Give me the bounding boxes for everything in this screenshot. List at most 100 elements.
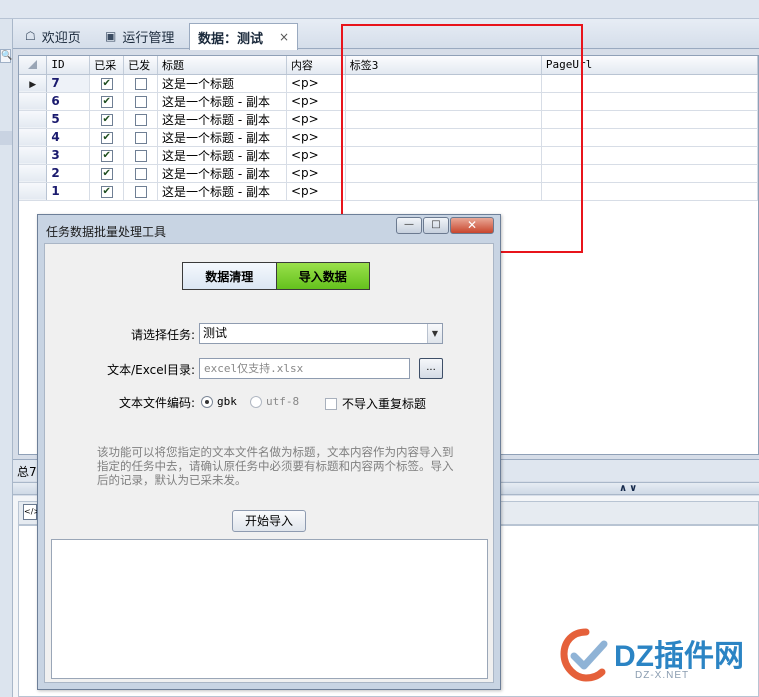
encoding-label: 文本文件编码: [118,396,195,410]
cell-collected[interactable]: ✔ [89,146,125,165]
radio-utf8-dot[interactable] [250,395,262,408]
row-header[interactable]: ▶ [19,74,48,93]
column-header-published[interactable]: 已发 [123,56,159,75]
cell-content[interactable]: <p> [286,74,346,93]
cell-collected[interactable]: ✔ [89,92,125,111]
close-icon[interactable]: ✕ [450,217,494,234]
monitor-icon: ▣ [105,29,117,43]
left-panel-selected-row[interactable] [0,131,12,145]
published-checkbox[interactable] [134,185,147,198]
cell-id[interactable]: 5 [46,110,91,129]
dedupe-checkbox-box[interactable] [325,397,337,410]
cell-content[interactable]: <p> [286,164,346,183]
cell-content[interactable]: <p> [286,128,346,147]
watermark-brand: DZ插件网 [614,640,744,673]
current-row-indicator-icon: ▶ [29,80,37,90]
select-all-corner[interactable] [19,56,48,75]
task-select[interactable]: 测试 ▼ [199,323,443,344]
tab-welcome[interactable]: ☖ 欢迎页 [17,23,89,49]
window-controls: — □ ✕ [395,217,494,235]
collected-checkbox[interactable]: ✔ [100,95,113,108]
cell-id[interactable]: 1 [46,182,91,201]
chevron-down-icon[interactable]: ▼ [427,324,442,343]
published-checkbox[interactable] [134,113,147,126]
cell-id[interactable]: 6 [46,92,91,111]
cell-content[interactable]: <p> [286,146,346,165]
cell-collected[interactable]: ✔ [89,110,125,129]
cell-collected[interactable]: ✔ [89,182,125,201]
log-textarea[interactable] [51,539,488,679]
cell-content[interactable]: <p> [286,92,346,111]
collected-checkbox[interactable]: ✔ [100,77,113,90]
dir-input[interactable]: excel仅支持.xlsx [199,358,410,379]
column-header-content[interactable]: 内容 [286,56,346,75]
cell-title[interactable]: 这是一个标题 - 副本 [157,110,287,129]
segment-clean[interactable]: 数据清理 [183,263,277,289]
row-header[interactable] [19,146,48,165]
close-icon[interactable]: × [279,30,289,44]
radio-gbk-dot[interactable] [201,395,213,408]
cell-published[interactable] [123,74,159,93]
radio-utf8-label: utf-8 [266,395,300,408]
cell-title[interactable]: 这是一个标题 - 副本 [157,146,287,165]
watermark-domain: DZ-X.NET [635,670,690,681]
row-header[interactable] [19,92,48,111]
row-header[interactable] [19,182,48,201]
collected-checkbox[interactable]: ✔ [100,167,113,180]
minimize-icon[interactable]: — [396,217,422,234]
row-header[interactable] [19,164,48,183]
maximize-icon[interactable]: □ [423,217,449,234]
row-header[interactable] [19,128,48,147]
column-header-title[interactable]: 标题 [157,56,287,75]
brand-logo-icon [560,628,608,682]
cell-title[interactable]: 这是一个标题 - 副本 [157,164,287,183]
tab-run-management[interactable]: ▣ 运行管理 [97,23,182,49]
cell-published[interactable] [123,110,159,129]
segment-import[interactable]: 导入数据 [276,263,369,289]
cell-collected[interactable]: ✔ [89,128,125,147]
cell-published[interactable] [123,146,159,165]
top-strip [0,0,759,19]
cell-collected[interactable]: ✔ [89,164,125,183]
cell-published[interactable] [123,128,159,147]
cell-title[interactable]: 这是一个标题 [157,74,287,93]
document-icon[interactable]: </> [23,504,40,520]
cell-published[interactable] [123,182,159,201]
collected-checkbox[interactable]: ✔ [100,113,113,126]
tab-data-test[interactable]: 数据：测试 × [189,23,299,50]
published-checkbox[interactable] [134,77,147,90]
row-header[interactable] [19,110,48,129]
cell-title[interactable]: 这是一个标题 - 副本 [157,92,287,111]
radio-gbk[interactable]: gbk [201,395,237,408]
cell-collected[interactable]: ✔ [89,74,125,93]
cell-id[interactable]: 7 [46,74,91,93]
published-checkbox[interactable] [134,131,147,144]
column-header-id[interactable]: ID [46,56,91,75]
cell-published[interactable] [123,164,159,183]
cell-content[interactable]: <p> [286,110,346,129]
cell-id[interactable]: 3 [46,146,91,165]
published-checkbox[interactable] [134,95,147,108]
published-checkbox[interactable] [134,167,147,180]
radio-utf8[interactable]: utf-8 [250,395,299,408]
dedupe-checkbox[interactable]: 不导入重复标题 [325,395,426,412]
cell-id[interactable]: 4 [46,128,91,147]
cell-published[interactable] [123,92,159,111]
column-header-collected[interactable]: 已采 [89,56,125,75]
left-side-panel: 🔍 [0,19,13,697]
browse-button[interactable]: ... [419,358,443,379]
home-icon: ☖ [25,29,36,43]
task-label: 请选择任务: [130,328,195,342]
start-import-button[interactable]: 开始导入 [232,510,306,532]
collected-checkbox[interactable]: ✔ [100,149,113,162]
search-icon[interactable]: 🔍 [0,49,12,63]
collected-checkbox[interactable]: ✔ [100,131,113,144]
record-count: 总7 [17,465,37,479]
published-checkbox[interactable] [134,149,147,162]
cell-title[interactable]: 这是一个标题 - 副本 [157,128,287,147]
collapse-arrows-icon[interactable]: ∧∨ [619,483,639,494]
cell-id[interactable]: 2 [46,164,91,183]
cell-content[interactable]: <p> [286,182,346,201]
cell-title[interactable]: 这是一个标题 - 副本 [157,182,287,201]
collected-checkbox[interactable]: ✔ [100,185,113,198]
